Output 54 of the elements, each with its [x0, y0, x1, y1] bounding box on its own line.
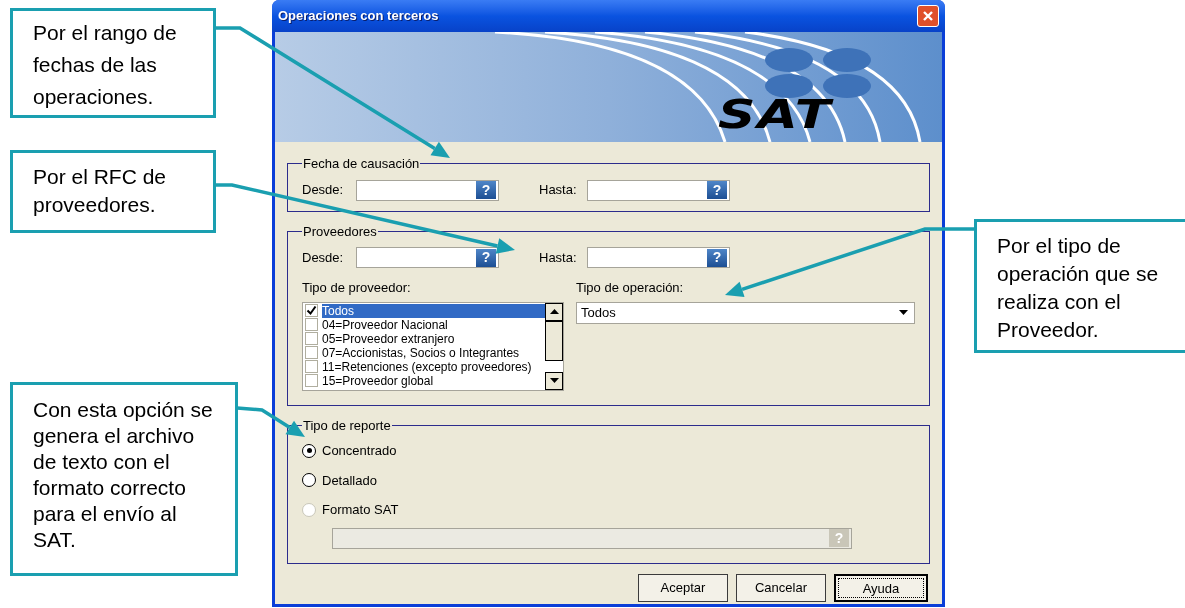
help-icon[interactable]: ?: [707, 181, 727, 199]
dialog-button[interactable]: Cancelar: [736, 573, 826, 602]
group-label: Fecha de causación: [302, 155, 421, 173]
help-icon[interactable]: ?: [707, 248, 727, 267]
window-title: Operaciones con terceros: [278, 7, 439, 26]
caret-icon: [899, 310, 908, 315]
checkbox[interactable]: [305, 318, 318, 331]
field-label: Desde:: [302, 248, 345, 267]
radio-label: Detallado: [322, 471, 377, 490]
help-icon[interactable]: ?: [476, 248, 496, 267]
dialog-button[interactable]: Aceptar: [638, 573, 728, 602]
list-item[interactable]: 15=Proveedor global: [322, 373, 436, 388]
list-item[interactable]: 05=Proveedor extranjero: [322, 331, 457, 346]
checkbox[interactable]: [305, 332, 318, 345]
callout-text: Por el rango de fechas de las operaciones.: [33, 20, 178, 110]
operation-type-dropdown[interactable]: Todos: [576, 301, 915, 324]
list-item[interactable]: Todos: [322, 303, 545, 318]
group-label: Tipo de reporte: [302, 416, 392, 435]
supplier-type-list[interactable]: Todos 04=Proveedor Nacional 05=Proveedor extranjero 07=Accionistas, Socios o Integrantes 11=Retenciones (excepto proveedores) 15=Proveedor global: [302, 301, 564, 391]
date-field[interactable]: ?: [356, 179, 499, 201]
close-icon: [922, 10, 934, 22]
down-arrow-icon: [549, 378, 559, 383]
field-label: Hasta:: [539, 181, 578, 200]
radio-label: Concentrado: [322, 442, 397, 460]
checkbox[interactable]: [305, 374, 318, 387]
scroll-thumb[interactable]: [545, 320, 563, 361]
list-item[interactable]: 04=Proveedor Nacional: [322, 317, 450, 332]
group-label: Proveedores: [302, 222, 378, 241]
scroll-down-button[interactable]: [545, 371, 563, 390]
field-label: Tipo de operación:: [576, 279, 685, 297]
radio-label: Formato SAT: [322, 501, 399, 519]
list-item[interactable]: 11=Retenciones (excepto proveedores): [322, 359, 534, 374]
scroll-up-button[interactable]: [545, 302, 563, 321]
field-label: Tipo de proveedor:: [302, 279, 412, 297]
checkbox[interactable]: [305, 346, 318, 359]
radio-button[interactable]: [302, 473, 316, 488]
checkbox[interactable]: [305, 360, 318, 373]
dropdown-value: Todos: [581, 303, 616, 322]
date-field[interactable]: ?: [587, 247, 730, 268]
list-item[interactable]: 07=Accionistas, Socios o Integrantes: [322, 345, 522, 360]
callout-text: Con esta opción se genera el archivo de texto con el formato correcto para el envío al SAT.: [33, 397, 213, 553]
date-field[interactable]: ?: [356, 247, 499, 268]
callout-text: Por el RFC de proveedores.: [33, 164, 168, 218]
dialog-button[interactable]: Ayuda: [834, 573, 928, 602]
up-arrow-icon: [549, 309, 559, 314]
field-label: Hasta:: [539, 248, 578, 267]
checkbox[interactable]: [305, 304, 318, 317]
close-button[interactable]: [917, 5, 939, 27]
scrollbar[interactable]: [545, 302, 563, 390]
date-field[interactable]: ?: [587, 179, 730, 201]
help-icon[interactable]: ?: [476, 181, 496, 199]
radio-button[interactable]: [302, 443, 316, 458]
callout-text: Por el tipo de operación que se realiza con el Proveedor.: [997, 233, 1160, 343]
field-label: Desde:: [302, 181, 345, 200]
